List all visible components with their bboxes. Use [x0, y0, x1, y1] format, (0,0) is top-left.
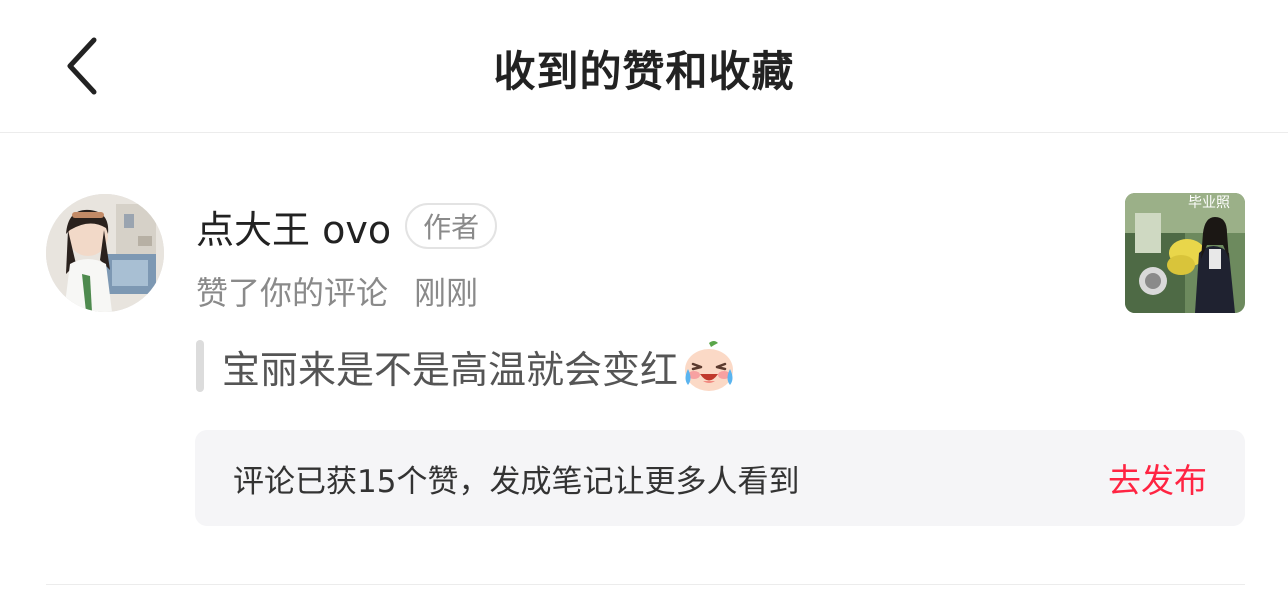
avatar[interactable] — [46, 194, 164, 312]
quoted-comment[interactable]: 宝丽来是不是高温就会变红 — [196, 338, 738, 394]
publish-prompt: 评论已获15个赞，发成笔记让更多人看到 去发布 — [195, 430, 1245, 526]
thumbnail-caption: 毕业照 — [1188, 195, 1230, 211]
username-row: 点大王 ovo 作者 — [196, 199, 498, 254]
note-thumbnail[interactable]: 毕业照 — [1125, 193, 1245, 313]
divider — [46, 584, 1245, 585]
quote-bar — [196, 340, 204, 392]
action-row: 赞了你的评论 刚刚 — [196, 268, 478, 314]
crying-laughing-emoji-icon — [685, 341, 734, 391]
action-text: 赞了你的评论 — [196, 274, 389, 312]
publish-button[interactable]: 去发布 — [1108, 454, 1207, 502]
prompt-text: 评论已获15个赞，发成笔记让更多人看到 — [233, 463, 800, 500]
author-badge: 作者 — [405, 203, 498, 249]
top-nav-bar: 收到的赞和收藏 — [0, 0, 1288, 133]
comment-text: 宝丽来是不是高温就会变红 — [222, 347, 679, 392]
username[interactable]: 点大王 ovo — [196, 199, 391, 254]
timestamp: 刚刚 — [414, 274, 479, 312]
like-notification-item[interactable]: 点大王 ovo 作者 赞了你的评论 刚刚 宝丽来是不是高温就会变红 毕业照 评论… — [0, 134, 1288, 586]
page-title: 收到的赞和收藏 — [493, 47, 795, 96]
